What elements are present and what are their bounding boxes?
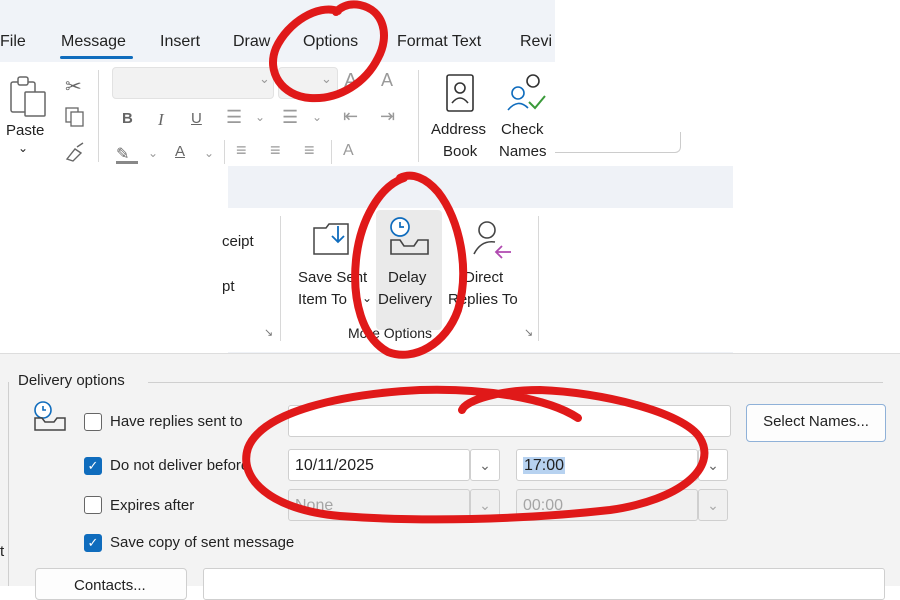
annotation-layer — [242, 0, 709, 524]
annotation-circle-delay-delivery — [351, 171, 468, 359]
annotation-circle-options — [269, 0, 388, 103]
annotation-circle-delivery-time — [242, 385, 709, 524]
